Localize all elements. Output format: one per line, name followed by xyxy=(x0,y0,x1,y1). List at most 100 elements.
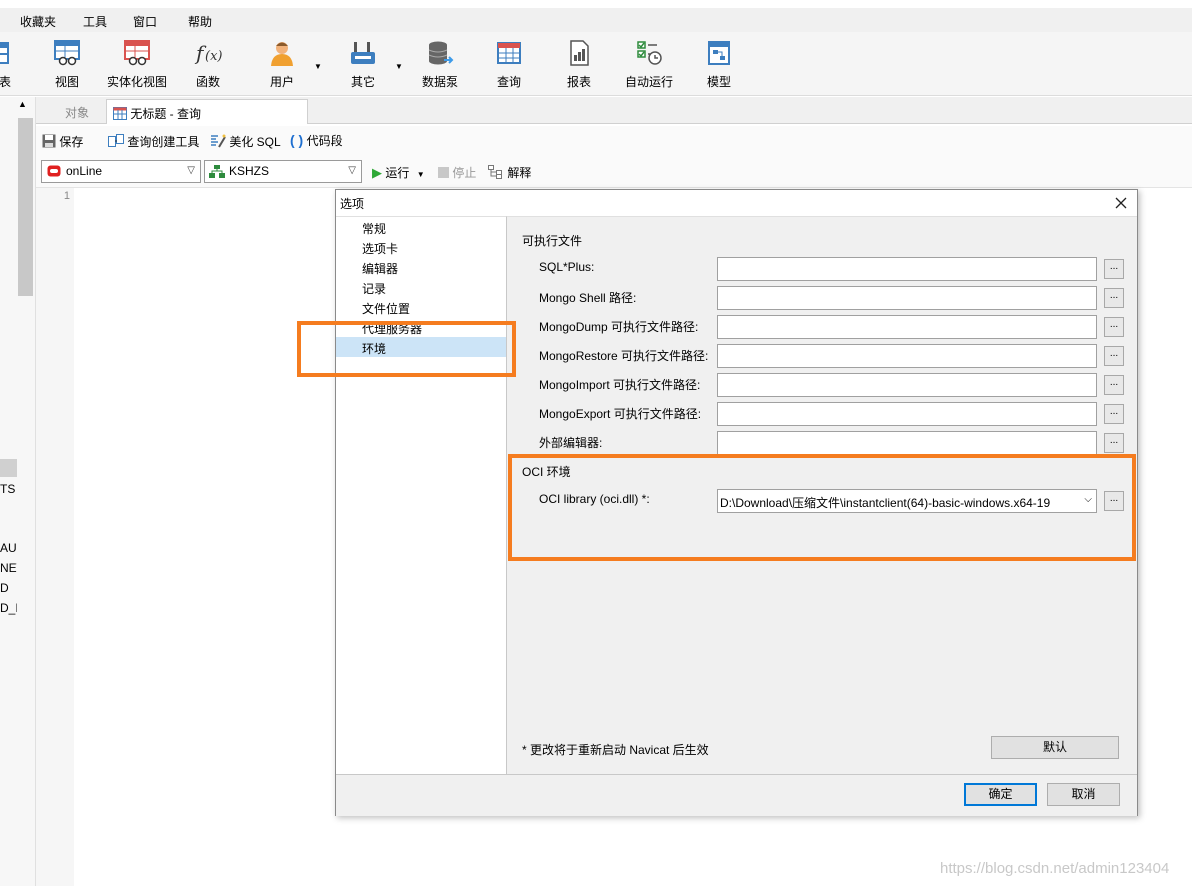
mongorestore-browse-button[interactable]: ... xyxy=(1104,346,1124,366)
toolbar-model-label: 模型 xyxy=(706,75,731,89)
cancel-button[interactable]: 取消 xyxy=(1047,783,1120,806)
materialized-view-icon xyxy=(124,40,150,66)
mongodump-browse-button[interactable]: ... xyxy=(1104,317,1124,337)
nav-item-d-i[interactable]: D_I xyxy=(0,601,17,615)
toolbar-query-label: 查询 xyxy=(496,75,521,89)
explain-icon xyxy=(488,165,502,179)
mongoexport-label: MongoExport 可执行文件路径: xyxy=(539,407,702,421)
dialog-title: 选项 xyxy=(340,197,365,211)
toolbar-model-button[interactable]: 模型 xyxy=(702,40,736,90)
code-snippet-button[interactable]: ( ) 代码段 xyxy=(290,132,343,149)
toolbar-data-pump-button[interactable]: 数据泵 xyxy=(420,40,460,90)
nav-records[interactable]: 记录 xyxy=(362,280,386,297)
mongoimport-path-input[interactable] xyxy=(717,373,1097,397)
chevron-down-icon: ▽ xyxy=(187,165,195,176)
others-dropdown-arrow-icon[interactable]: ▼ xyxy=(395,62,403,71)
explain-button[interactable]: 解释 xyxy=(488,164,531,181)
nav-editor[interactable]: 编辑器 xyxy=(362,260,398,277)
function-icon: f (x) xyxy=(194,41,222,65)
toolbar-report-button[interactable]: 报表 xyxy=(562,40,596,90)
nav-item-new[interactable]: NEW xyxy=(0,561,17,575)
nav-item-aud[interactable]: AUD xyxy=(0,541,17,555)
mongo-shell-path-input[interactable] xyxy=(717,286,1097,310)
beautify-icon xyxy=(211,134,226,148)
user-dropdown-arrow-icon[interactable]: ▼ xyxy=(314,62,322,71)
menu-window[interactable]: 窗口 xyxy=(133,13,157,30)
toolbar-view-button[interactable]: 视图 xyxy=(50,40,84,90)
toolbar-table-button[interactable]: 表 xyxy=(0,40,12,90)
mongo-shell-browse-button[interactable]: ... xyxy=(1104,288,1124,308)
section-executables-title: 可执行文件 xyxy=(522,234,583,248)
nav-item-d[interactable]: D xyxy=(0,581,17,595)
table-icon xyxy=(0,42,9,64)
toolbar-user-label: 用户 xyxy=(269,75,294,89)
toolbar-query-button[interactable]: 查询 xyxy=(492,40,526,90)
play-icon: ▶ xyxy=(372,165,382,180)
mongoexport-browse-button[interactable]: ... xyxy=(1104,404,1124,424)
toolbar-others-button[interactable]: 其它 xyxy=(346,40,380,90)
schema-value: KSHZS xyxy=(229,164,270,178)
toolbar-user-button[interactable]: 用户 xyxy=(265,40,299,90)
database-pump-icon xyxy=(428,41,454,65)
tab-bar: 对象 无标题 - 查询 xyxy=(36,97,1192,124)
schedule-icon xyxy=(637,41,662,65)
close-icon[interactable] xyxy=(1115,197,1127,209)
query-builder-label: 查询创建工具 xyxy=(127,135,200,149)
query-builder-button[interactable]: 查询创建工具 xyxy=(108,133,199,150)
mongodump-label: MongoDump 可执行文件路径: xyxy=(539,320,699,334)
toolbar-function-button[interactable]: f (x) 函数 xyxy=(191,40,225,90)
mongoexport-path-input[interactable] xyxy=(717,402,1097,426)
beautify-sql-button[interactable]: 美化 SQL xyxy=(210,133,281,150)
toolbar-data-pump-label: 数据泵 xyxy=(421,75,458,89)
chevron-down-icon: ▽ xyxy=(348,165,356,176)
stop-icon xyxy=(438,167,449,178)
sqlplus-browse-button[interactable]: ... xyxy=(1104,259,1124,279)
sqlplus-label: SQL*Plus: xyxy=(539,260,595,274)
oracle-connection-icon xyxy=(47,165,61,177)
mongodump-path-input[interactable] xyxy=(717,315,1097,339)
tab-untitled-query[interactable]: 无标题 - 查询 xyxy=(106,99,308,124)
sqlplus-path-input[interactable] xyxy=(717,257,1097,281)
mongo-shell-label: Mongo Shell 路径: xyxy=(539,291,637,305)
report-icon xyxy=(570,40,589,66)
code-snippet-label: 代码段 xyxy=(306,134,343,148)
nav-general[interactable]: 常规 xyxy=(362,220,386,237)
schema-icon xyxy=(209,165,225,178)
nav-file-location[interactable]: 文件位置 xyxy=(362,300,410,317)
mongorestore-path-input[interactable] xyxy=(717,344,1097,368)
nav-tabs[interactable]: 选项卡 xyxy=(362,240,398,257)
nav-scrollbar-thumb[interactable] xyxy=(18,118,33,296)
run-button[interactable]: ▶ 运行 ▼ xyxy=(372,164,425,181)
nav-selected-row[interactable] xyxy=(0,459,17,477)
code-snippet-icon: ( ) xyxy=(290,132,304,148)
mongorestore-label: MongoRestore 可执行文件路径: xyxy=(539,349,709,363)
menu-tools[interactable]: 工具 xyxy=(83,13,107,30)
run-dropdown-icon[interactable]: ▼ xyxy=(417,170,425,179)
mongoimport-label: MongoImport 可执行文件路径: xyxy=(539,378,701,392)
stop-label: 停止 xyxy=(452,166,477,180)
default-button[interactable]: 默认 xyxy=(991,736,1119,759)
stop-button[interactable]: 停止 xyxy=(438,164,476,181)
save-button[interactable]: 保存 xyxy=(42,133,83,150)
menu-bar: 收藏夹 工具 窗口 帮助 xyxy=(0,8,1192,32)
toolbar-materialized-view-button[interactable]: 实体化视图 xyxy=(105,40,169,90)
nav-scrollbar-up[interactable]: ▲ xyxy=(18,99,27,109)
nav-item-ts[interactable]: TS xyxy=(0,482,17,496)
external-editor-path-input[interactable] xyxy=(717,431,1097,455)
connection-select[interactable]: onLine ▽ xyxy=(41,160,201,183)
ok-button[interactable]: 确定 xyxy=(964,783,1037,806)
query-icon xyxy=(497,42,521,64)
view-table-icon xyxy=(54,40,80,66)
menu-favorites[interactable]: 收藏夹 xyxy=(20,13,56,30)
model-icon xyxy=(708,41,730,65)
beautify-sql-label: 美化 SQL xyxy=(229,135,281,149)
menu-help[interactable]: 帮助 xyxy=(188,13,212,30)
schema-select[interactable]: KSHZS ▽ xyxy=(204,160,362,183)
external-editor-browse-button[interactable]: ... xyxy=(1104,433,1124,453)
toolbar-auto-run-button[interactable]: 自动运行 xyxy=(624,40,674,90)
save-icon xyxy=(42,134,56,148)
mongoimport-browse-button[interactable]: ... xyxy=(1104,375,1124,395)
line-number: 1 xyxy=(63,190,70,202)
tab-objects[interactable]: 对象 xyxy=(48,99,106,124)
query-toolbar: 保存 查询创建工具 美化 SQL ( ) 代码段 xyxy=(36,126,1192,156)
